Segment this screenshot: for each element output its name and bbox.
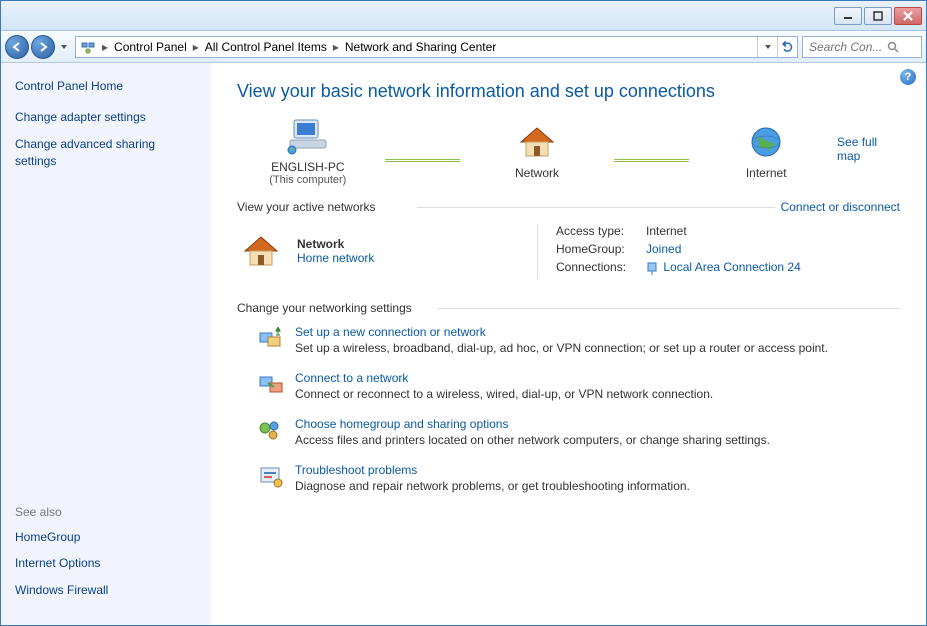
- homegroup-link[interactable]: HomeGroup: [15, 529, 197, 546]
- active-network-name: Network: [297, 237, 374, 251]
- main-panel: View your basic network information and …: [211, 63, 926, 625]
- computer-icon: [237, 112, 379, 160]
- active-network-row: Network Home network Access type: Intern…: [237, 224, 900, 279]
- minimize-button[interactable]: [834, 7, 862, 25]
- setup-connection-icon: [257, 325, 285, 353]
- map-pc-sub: (This computer): [237, 174, 379, 186]
- sidebar: Control Panel Home Change adapter settin…: [1, 63, 211, 625]
- active-network-left: Network Home network: [237, 224, 537, 279]
- address-bar[interactable]: ▸ Control Panel ▸ All Control Panel Item…: [75, 36, 798, 58]
- see-full-map-link[interactable]: See full map: [837, 135, 900, 163]
- access-type-value: Internet: [646, 224, 687, 238]
- access-type-key: Access type:: [556, 224, 646, 238]
- map-connector-icon: [385, 159, 461, 162]
- navbar: ▸ Control Panel ▸ All Control Panel Item…: [1, 31, 926, 63]
- maximize-button[interactable]: [864, 7, 892, 25]
- change-advanced-sharing-link[interactable]: Change advanced sharing settings: [15, 136, 197, 170]
- back-button[interactable]: [5, 35, 29, 59]
- search-icon: [887, 41, 899, 53]
- help-icon[interactable]: ?: [900, 69, 916, 85]
- connection-link[interactable]: Local Area Connection 24: [663, 260, 800, 274]
- breadcrumb-leaf[interactable]: Network and Sharing Center: [341, 40, 500, 54]
- map-node-pc: ENGLISH-PC (This computer): [237, 112, 379, 186]
- connections-key: Connections:: [556, 260, 646, 275]
- task-homegroup-desc: Access files and printers located on oth…: [295, 433, 770, 447]
- change-settings-label: Change your networking settings: [237, 301, 900, 315]
- task-connect-title[interactable]: Connect to a network: [295, 371, 713, 385]
- active-network-details: Access type: Internet HomeGroup: Joined …: [537, 224, 900, 279]
- ethernet-icon: [646, 261, 658, 275]
- map-node-internet: Internet: [695, 118, 837, 180]
- breadcrumb-mid[interactable]: All Control Panel Items: [201, 40, 331, 54]
- refresh-button[interactable]: [777, 37, 797, 57]
- task-connect-desc: Connect or reconnect to a wireless, wire…: [295, 387, 713, 401]
- control-panel-home-link[interactable]: Control Panel Home: [15, 79, 197, 93]
- map-node-network: Network: [466, 118, 608, 180]
- internet-options-link[interactable]: Internet Options: [15, 555, 197, 572]
- titlebar: [1, 1, 926, 31]
- task-setup-desc: Set up a wireless, broadband, dial-up, a…: [295, 341, 828, 355]
- see-also-label: See also: [15, 505, 197, 519]
- network-center-icon: [78, 39, 98, 55]
- house-icon: [466, 118, 608, 166]
- active-networks-text: View your active networks: [237, 200, 376, 214]
- map-internet-label: Internet: [695, 166, 837, 180]
- task-troubleshoot-desc: Diagnose and repair network problems, or…: [295, 479, 690, 493]
- forward-button[interactable]: [31, 35, 55, 59]
- task-homegroup-title[interactable]: Choose homegroup and sharing options: [295, 417, 770, 431]
- address-dropdown-icon[interactable]: [757, 37, 777, 57]
- chevron-right-icon[interactable]: ▸: [100, 40, 110, 54]
- map-pc-name: ENGLISH-PC: [237, 160, 379, 174]
- task-setup-title[interactable]: Set up a new connection or network: [295, 325, 828, 339]
- troubleshoot-icon: [257, 463, 285, 491]
- breadcrumb-root[interactable]: Control Panel: [110, 40, 191, 54]
- house-icon: [237, 229, 285, 273]
- control-panel-window: ▸ Control Panel ▸ All Control Panel Item…: [0, 0, 927, 626]
- task-troubleshoot[interactable]: Troubleshoot problems Diagnose and repai…: [257, 463, 900, 493]
- task-connect-network[interactable]: Connect to a network Connect or reconnec…: [257, 371, 900, 401]
- map-network-label: Network: [466, 166, 608, 180]
- homegroup-key: HomeGroup:: [556, 242, 646, 256]
- task-setup-connection[interactable]: Set up a new connection or network Set u…: [257, 325, 900, 355]
- content-area: ? Control Panel Home Change adapter sett…: [1, 63, 926, 625]
- windows-firewall-link[interactable]: Windows Firewall: [15, 582, 197, 599]
- chevron-right-icon[interactable]: ▸: [331, 40, 341, 54]
- history-dropdown-icon[interactable]: [57, 35, 71, 59]
- close-button[interactable]: [894, 7, 922, 25]
- homegroup-value-link[interactable]: Joined: [646, 242, 681, 256]
- connect-network-icon: [257, 371, 285, 399]
- active-network-type-link[interactable]: Home network: [297, 251, 374, 265]
- task-homegroup[interactable]: Choose homegroup and sharing options Acc…: [257, 417, 900, 447]
- change-adapter-settings-link[interactable]: Change adapter settings: [15, 109, 197, 126]
- active-networks-label: Connect or disconnect View your active n…: [237, 200, 900, 214]
- homegroup-icon: [257, 417, 285, 445]
- search-input[interactable]: [807, 39, 887, 55]
- chevron-right-icon[interactable]: ▸: [191, 40, 201, 54]
- network-map: ENGLISH-PC (This computer) Network Inter…: [237, 112, 900, 186]
- search-box[interactable]: [802, 36, 922, 58]
- connect-disconnect-link[interactable]: Connect or disconnect: [775, 200, 900, 214]
- globe-icon: [695, 118, 837, 166]
- map-connector-icon: [614, 159, 690, 162]
- task-troubleshoot-title[interactable]: Troubleshoot problems: [295, 463, 690, 477]
- page-title: View your basic network information and …: [237, 81, 900, 102]
- change-networking-settings: Change your networking settings Set up a…: [237, 301, 900, 493]
